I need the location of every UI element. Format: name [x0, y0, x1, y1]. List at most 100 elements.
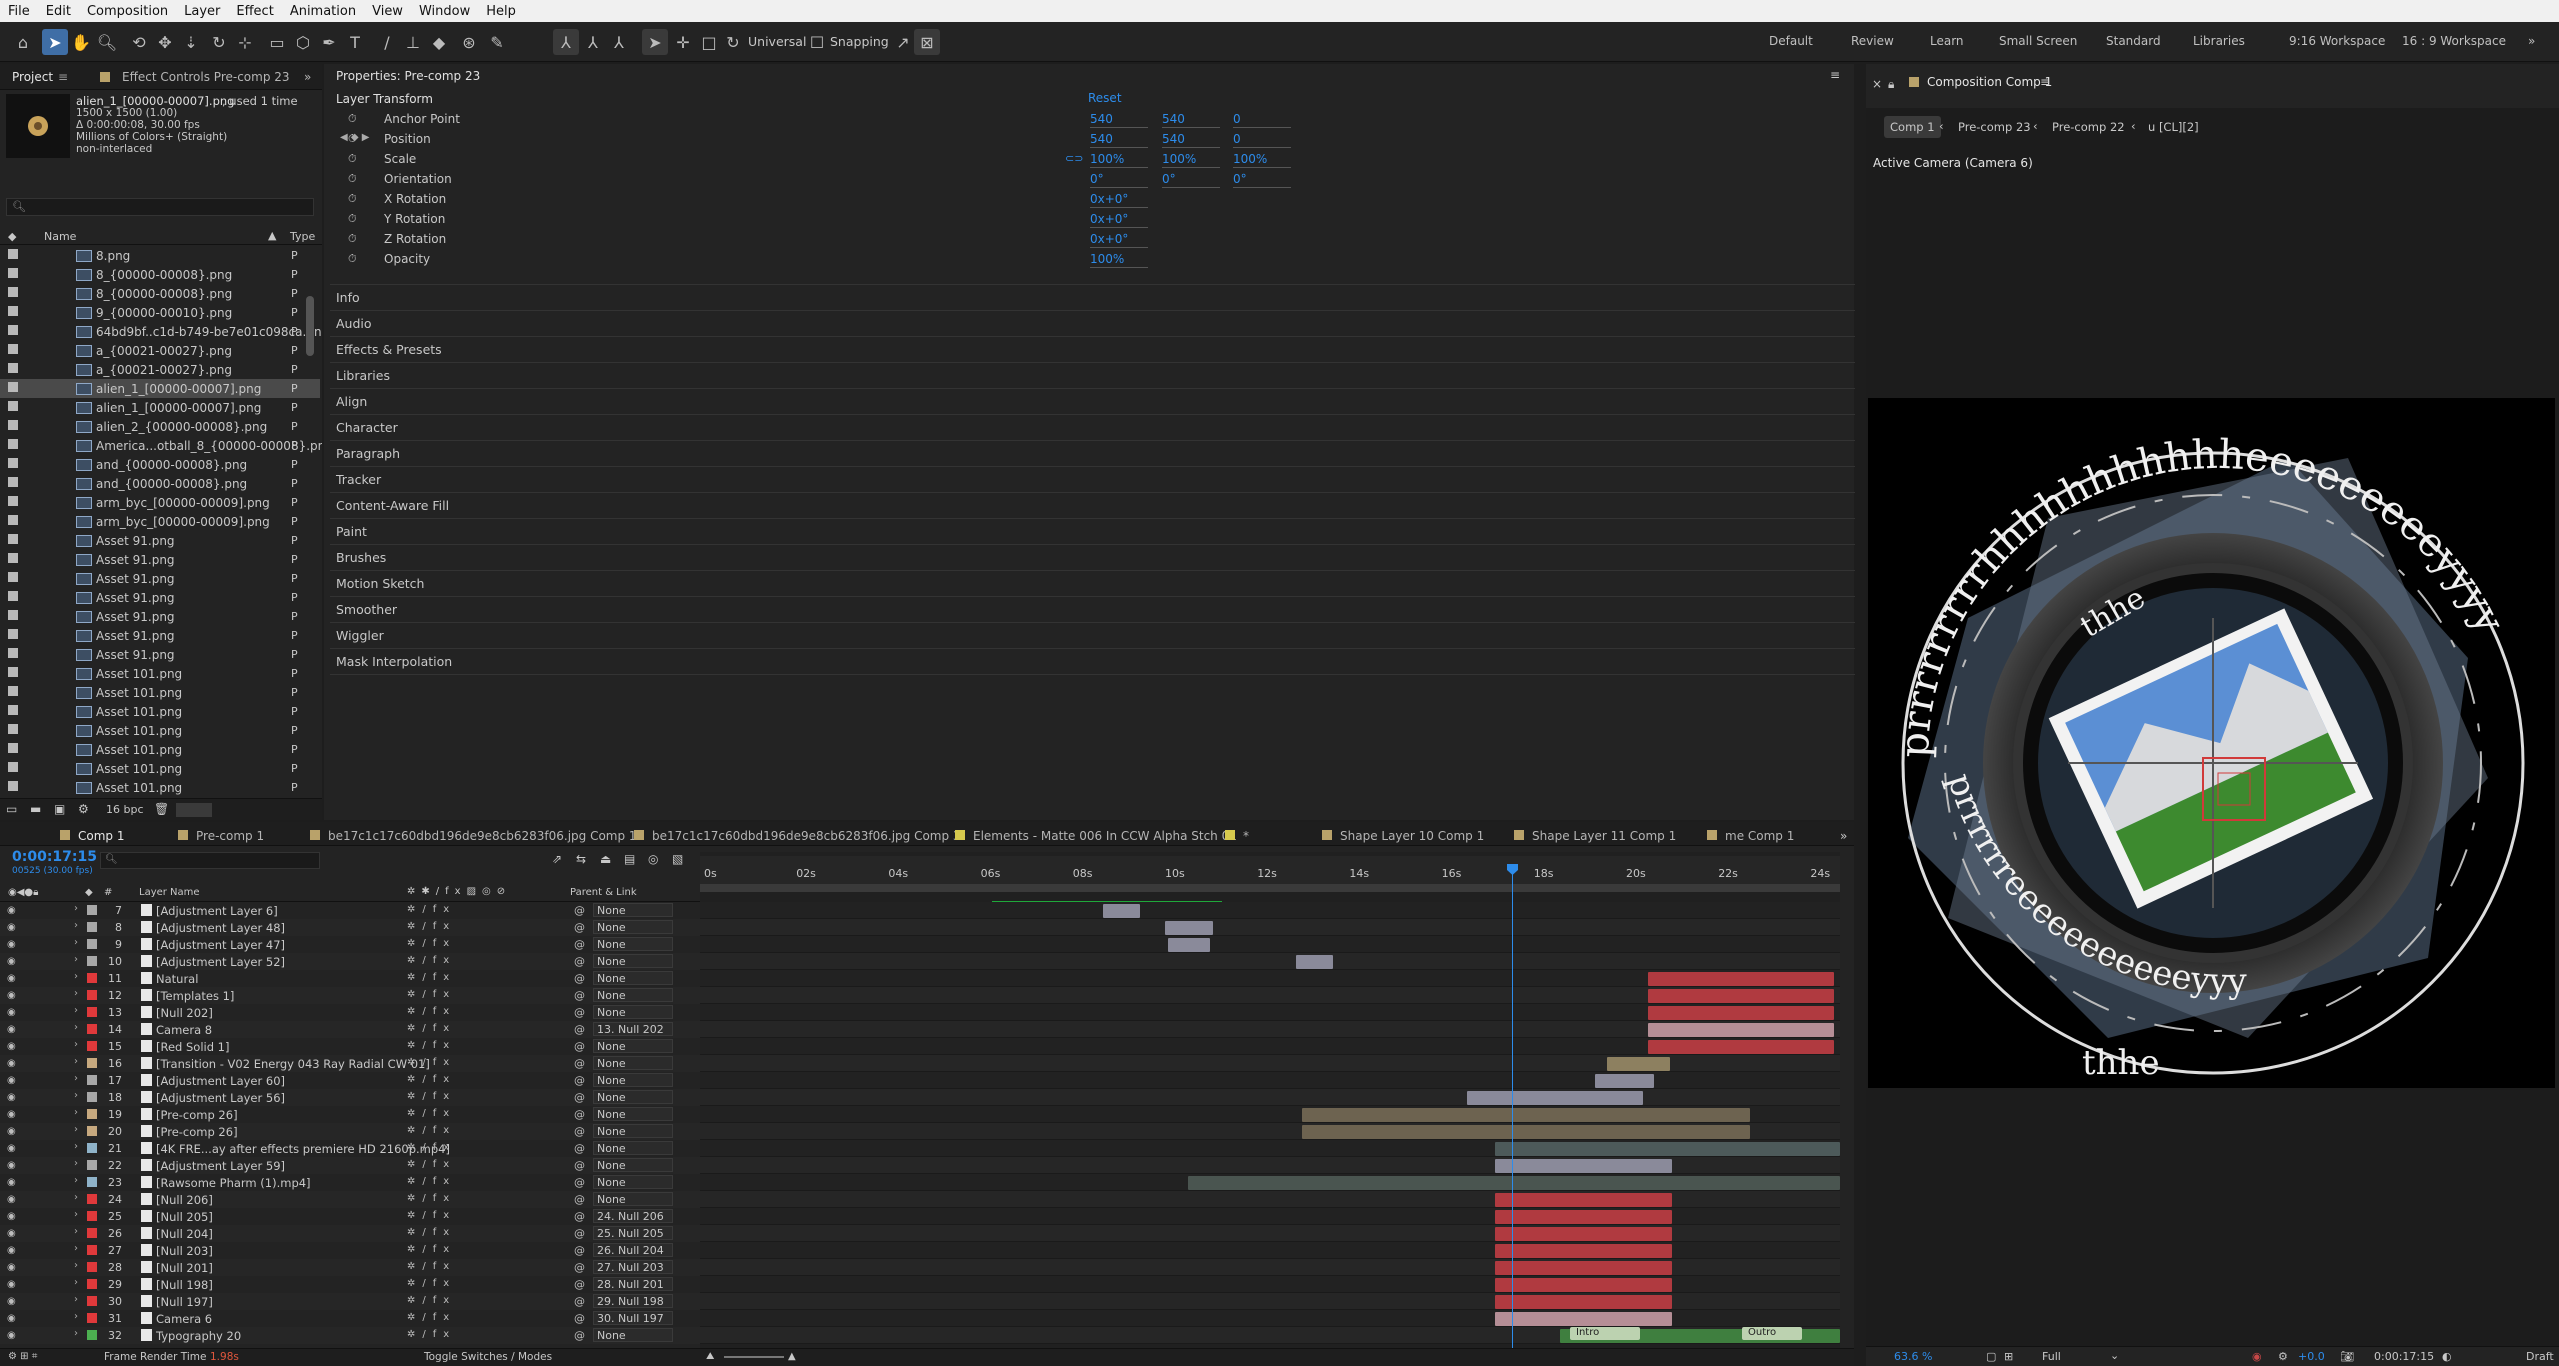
playhead-line[interactable] [1512, 864, 1513, 1350]
layer-label-color[interactable] [87, 1041, 97, 1051]
label-color-swatch[interactable] [8, 591, 18, 601]
menu-composition[interactable]: Composition [79, 4, 176, 19]
layer-label-color[interactable] [87, 1109, 97, 1119]
layer-switches-icon[interactable]: ✲/fx [407, 972, 456, 983]
pick-whip-icon[interactable]: @ [574, 1091, 585, 1104]
layer-name[interactable]: [Adjustment Layer 60] [156, 1074, 285, 1088]
layer-label-color[interactable] [87, 1177, 97, 1187]
visibility-eye-icon[interactable]: ◉ [7, 1092, 19, 1103]
parent-select[interactable]: None [593, 971, 673, 985]
stopwatch-icon[interactable]: ⏱ [348, 212, 357, 226]
label-color-swatch[interactable] [8, 572, 18, 582]
timeline-tab[interactable]: Pre-comp 1 [196, 829, 264, 843]
layer-name[interactable]: [Null 201] [156, 1261, 213, 1275]
project-file-row[interactable]: Asset 91.png P [0, 607, 320, 626]
layer-switches-icon[interactable]: ✲/fx [407, 1023, 456, 1034]
expand-chevron-icon[interactable]: › [74, 1192, 78, 1203]
layer-label-color[interactable] [87, 1296, 97, 1306]
label-color-swatch[interactable] [8, 306, 18, 316]
reset-exposure-icon[interactable]: ⚙ [2278, 1350, 2288, 1363]
layer-row[interactable]: ◉ › 21 [4K FRE...ay after effects premiere … [0, 1140, 700, 1157]
layer-duration-bar[interactable] [1495, 1227, 1672, 1241]
comp-mini-flowchart-icon[interactable]: ⇗ [552, 852, 562, 866]
parent-select[interactable]: None [593, 1192, 673, 1206]
layer-label-color[interactable] [87, 1143, 97, 1153]
property-value[interactable]: 0x+0° [1090, 192, 1148, 208]
layer-label-color[interactable] [87, 1262, 97, 1272]
project-file-row[interactable]: Asset 91.png P [0, 588, 320, 607]
layer-switches-icon[interactable]: ✲/fx [407, 1125, 456, 1136]
properties-menu-icon[interactable]: ≡ [1830, 68, 1840, 82]
parent-select[interactable]: None [593, 1158, 673, 1172]
shy-layers-icon[interactable]: ⏏ [600, 852, 611, 866]
visibility-eye-icon[interactable]: ◉ [7, 1058, 19, 1069]
pick-whip-icon[interactable]: @ [574, 1176, 585, 1189]
project-file-row[interactable]: 8_{00000-00008}.png P [0, 265, 320, 284]
label-color-swatch[interactable] [8, 325, 18, 335]
parent-select[interactable]: None [593, 1175, 673, 1189]
roto-brush-icon[interactable]: ⊛ [456, 29, 482, 55]
layer-duration-bar[interactable] [1188, 1176, 1840, 1190]
project-file-row[interactable]: Asset 101.png P [0, 759, 320, 778]
property-value[interactable]: 540 [1162, 112, 1220, 128]
expand-chevron-icon[interactable]: › [74, 988, 78, 999]
label-color-swatch[interactable] [8, 781, 18, 791]
project-file-row[interactable]: 8_{00000-00008}.png P [0, 284, 320, 303]
column-name[interactable]: Name [44, 230, 76, 243]
pick-whip-icon[interactable]: @ [574, 1159, 585, 1172]
layer-label-color[interactable] [87, 1092, 97, 1102]
trash-icon[interactable]: 🗑︎ [154, 802, 169, 816]
property-value[interactable]: 0° [1090, 172, 1148, 188]
property-value[interactable]: 0 [1233, 112, 1291, 128]
visibility-eye-icon[interactable]: ◉ [7, 1262, 19, 1273]
visibility-eye-icon[interactable]: ◉ [7, 1075, 19, 1086]
label-color-swatch[interactable] [8, 477, 18, 487]
parent-select[interactable]: None [593, 1124, 673, 1138]
pick-whip-icon[interactable]: @ [574, 1057, 585, 1070]
parent-select[interactable]: 24. Null 206 [593, 1209, 673, 1223]
timeline-overflow-icon[interactable]: » [1840, 829, 1847, 843]
pick-whip-icon[interactable]: @ [574, 1210, 585, 1223]
label-color-swatch[interactable] [8, 363, 18, 373]
project-file-row[interactable]: 64bd9bf..c1d-b749-be7e01c098ca.png P [0, 322, 322, 341]
parent-select[interactable]: None [593, 920, 673, 934]
expand-chevron-icon[interactable]: › [74, 1039, 78, 1050]
anchor-tool-icon[interactable]: ⊹ [232, 29, 258, 55]
timeline-tab[interactable]: be17c1c17c60dbd196de9e8cb6283f06.jpg Com… [328, 829, 637, 843]
layer-duration-bar[interactable] [1302, 1108, 1750, 1122]
layer-name[interactable]: [Adjustment Layer 52] [156, 955, 285, 969]
layer-duration-bar[interactable] [1648, 972, 1834, 986]
timeline-tab[interactable]: me Comp 1 [1725, 829, 1794, 843]
rotation-tool-icon[interactable]: ↻ [206, 29, 232, 55]
project-file-row[interactable]: and_{00000-00008}.png P [0, 455, 320, 474]
project-file-row[interactable]: Asset 101.png P [0, 664, 320, 683]
pen-tool-icon[interactable]: ✒ [316, 29, 342, 55]
expand-chevron-icon[interactable]: › [74, 1243, 78, 1254]
layer-label-color[interactable] [87, 922, 97, 932]
label-color-swatch[interactable] [8, 249, 18, 259]
layer-label-color[interactable] [87, 1245, 97, 1255]
expand-chevron-icon[interactable]: › [74, 1277, 78, 1288]
dolly-camera-icon[interactable]: ⇣ [178, 29, 204, 55]
project-file-row[interactable]: a_{00021-00027}.png P [0, 341, 320, 360]
layer-row[interactable]: ◉ › 13 [Null 202] ✲/fx @ None [0, 1004, 700, 1021]
parent-select[interactable]: None [593, 1141, 673, 1155]
layer-name[interactable]: [Red Solid 1] [156, 1040, 229, 1054]
visibility-eye-icon[interactable]: ◉ [7, 1143, 19, 1154]
pick-whip-icon[interactable]: @ [574, 1074, 585, 1087]
expand-chevron-icon[interactable]: › [74, 937, 78, 948]
layer-row[interactable]: ◉ › 11 Natural ✲/fx @ None [0, 970, 700, 987]
layer-name[interactable]: [Transition - V02 Energy 043 Ray Radial … [156, 1057, 430, 1071]
project-file-row[interactable]: Asset 101.png P [0, 740, 320, 759]
parent-select[interactable]: None [593, 1328, 673, 1342]
lock-icon[interactable]: 🔒︎ [1888, 77, 1894, 92]
layer-name[interactable]: Camera 8 [156, 1023, 212, 1037]
panel-section[interactable]: Content-Aware Fill [336, 498, 449, 513]
expand-chevron-icon[interactable]: › [74, 1073, 78, 1084]
layer-duration-bar[interactable] [1103, 904, 1140, 918]
property-value[interactable]: 0° [1233, 172, 1291, 188]
pick-whip-icon[interactable]: @ [574, 1006, 585, 1019]
pick-whip-icon[interactable]: @ [574, 1278, 585, 1291]
layer-row[interactable]: ◉ › 29 [Null 198] ✲/fx @28. Null 201 [0, 1276, 700, 1293]
layer-name[interactable]: [Null 204] [156, 1227, 213, 1241]
